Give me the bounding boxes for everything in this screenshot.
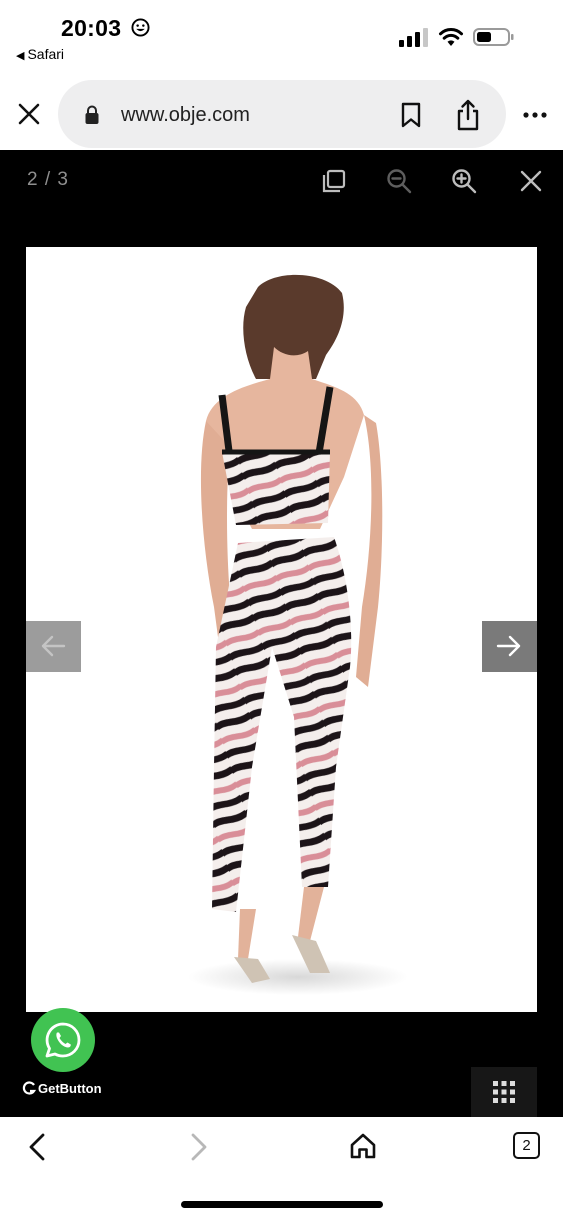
grid-icon xyxy=(493,1081,515,1103)
more-icon[interactable] xyxy=(522,110,548,120)
browser-address-bar: www.obje.com xyxy=(0,72,563,150)
back-icon[interactable] xyxy=(26,1133,48,1161)
bookmark-icon[interactable] xyxy=(400,102,422,128)
zoom-in-icon[interactable] xyxy=(451,168,477,194)
zoom-out-icon[interactable] xyxy=(386,168,412,194)
whatsapp-chat-button[interactable] xyxy=(31,1008,95,1072)
getbutton-label: GetButton xyxy=(38,1081,102,1096)
status-time: 20:03 xyxy=(61,15,122,41)
image-counter: 2 / 3 xyxy=(27,169,69,190)
home-indicator xyxy=(181,1201,383,1208)
tabs-button[interactable]: 2 xyxy=(513,1132,540,1159)
image-lightbox: 2 / 3 GetButton xyxy=(0,150,563,1117)
cellular-signal-icon xyxy=(399,28,428,47)
back-triangle-icon: ◀ xyxy=(16,50,25,62)
product-image xyxy=(26,247,537,1012)
lock-icon xyxy=(85,105,99,124)
back-app-label: Safari xyxy=(27,46,65,62)
back-to-app-link[interactable]: ◀ Safari xyxy=(16,46,64,62)
close-icon[interactable] xyxy=(16,101,42,127)
battery-icon xyxy=(473,28,514,46)
getbutton-link[interactable]: GetButton xyxy=(22,1081,102,1096)
previous-image-button[interactable] xyxy=(26,621,81,672)
home-icon[interactable] xyxy=(349,1132,377,1160)
tabs-count: 2 xyxy=(522,1137,531,1154)
fullscreen-icon[interactable] xyxy=(321,168,347,194)
url-text: www.obje.com xyxy=(121,104,250,126)
lightbox-close-icon[interactable] xyxy=(518,168,544,194)
whatsapp-icon xyxy=(45,1022,81,1058)
smiley-emoji-icon xyxy=(131,18,150,37)
product-photo-illustration xyxy=(188,274,408,995)
arrow-left-icon xyxy=(41,635,66,657)
arrow-right-icon xyxy=(496,635,521,657)
next-image-button[interactable] xyxy=(482,621,537,672)
status-bar: 20:03 ◀ Safari xyxy=(0,0,563,72)
wifi-icon xyxy=(439,28,463,46)
forward-icon[interactable] xyxy=(188,1133,210,1161)
getbutton-logo-icon xyxy=(22,1081,36,1095)
share-icon[interactable] xyxy=(455,99,481,131)
thumbnail-grid-button[interactable] xyxy=(471,1067,537,1117)
